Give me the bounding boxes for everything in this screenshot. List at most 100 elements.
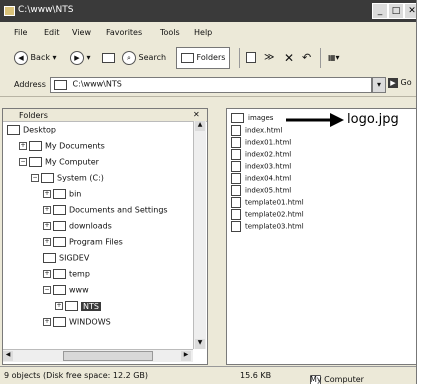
tree-node[interactable]: + WINDOWS xyxy=(43,317,111,327)
list-item[interactable]: index.html xyxy=(231,125,282,136)
tree-node[interactable]: + NTS xyxy=(55,301,101,311)
folder-icon xyxy=(53,269,66,279)
expand-icon[interactable]: + xyxy=(43,206,51,214)
scroll-down-icon[interactable]: ▼ xyxy=(195,339,205,349)
scroll-right-icon[interactable]: ▶ xyxy=(181,351,191,361)
folder-icon xyxy=(65,301,78,311)
horizontal-scroll-thumb[interactable] xyxy=(63,351,153,361)
tree-node-label: bin xyxy=(69,189,82,199)
menu-edit[interactable]: Edit xyxy=(44,28,60,37)
go-button[interactable]: ▶ Go xyxy=(388,78,412,88)
html-file-icon xyxy=(231,137,241,148)
forward-button[interactable]: ▶ ▾ xyxy=(70,47,91,69)
search-button[interactable]: ⌕ Search xyxy=(122,47,166,69)
tree-node[interactable]: SIGDEV xyxy=(43,253,89,263)
status-size: 15.6 KB xyxy=(240,371,272,380)
folder-icon xyxy=(29,141,42,151)
folder-icon xyxy=(29,157,42,167)
html-file-icon xyxy=(231,185,241,196)
collapse-icon[interactable]: − xyxy=(31,174,39,182)
collapse-icon[interactable]: − xyxy=(43,286,51,294)
tree-node[interactable]: + bin xyxy=(43,189,81,199)
tree-node-label: downloads xyxy=(69,221,112,231)
delete-button[interactable]: ✕ xyxy=(284,47,294,69)
tree-node[interactable]: − www xyxy=(43,285,89,295)
file-name: index03.html xyxy=(245,162,292,171)
html-file-icon xyxy=(231,125,241,136)
scroll-left-icon[interactable]: ◀ xyxy=(3,351,13,361)
file-list-pane: images index.html index01.html index02.html… xyxy=(226,108,416,365)
tree-vertical-scrollbar[interactable]: ▲ ▼ xyxy=(193,121,206,349)
tree-node[interactable]: + downloads xyxy=(43,221,112,231)
back-arrow-icon: ◀ xyxy=(14,50,28,65)
copy-to-button[interactable]: ≫ xyxy=(264,47,274,69)
tree-node[interactable]: + My Documents xyxy=(19,141,105,151)
list-item[interactable]: index04.html xyxy=(231,173,291,184)
menu-file[interactable]: File xyxy=(14,28,27,37)
list-item[interactable]: index05.html xyxy=(231,185,291,196)
go-label: Go xyxy=(400,78,412,87)
file-name: index04.html xyxy=(245,174,292,183)
folder-icon xyxy=(7,125,20,135)
expand-icon[interactable]: + xyxy=(43,270,51,278)
expand-icon[interactable]: + xyxy=(43,190,51,198)
list-item[interactable]: template03.html xyxy=(231,221,304,232)
expand-icon[interactable]: + xyxy=(43,318,51,326)
delete-icon: ✕ xyxy=(284,51,295,65)
status-location-label: My Computer xyxy=(310,375,364,384)
menu-favorites[interactable]: Favorites xyxy=(106,28,142,37)
undo-button[interactable]: ↶ xyxy=(302,47,311,69)
menu-bar: File Edit View Favorites Tools Help xyxy=(0,22,416,43)
back-button[interactable]: ◀ Back ▾ xyxy=(14,47,57,69)
tree-node[interactable]: + temp xyxy=(43,269,90,279)
file-name: index05.html xyxy=(245,186,292,195)
file-name: template01.html xyxy=(245,198,304,207)
list-item[interactable]: template02.html xyxy=(231,209,304,220)
tree-horizontal-scrollbar[interactable]: ◀ ▶ xyxy=(3,349,193,362)
folder-icon xyxy=(53,205,66,215)
folders-button[interactable]: Folders xyxy=(176,47,231,69)
explorer-window: C:\www\NTS _ □ ✕ File Edit View Favorite… xyxy=(0,0,417,384)
menu-tools[interactable]: Tools xyxy=(160,28,180,37)
expand-icon[interactable]: + xyxy=(55,302,63,310)
minimize-button[interactable]: _ xyxy=(372,3,388,19)
tree-node[interactable]: − System (C:) xyxy=(31,173,104,183)
list-item[interactable]: index02.html xyxy=(231,149,291,160)
close-pane-icon[interactable]: ✕ xyxy=(193,110,200,119)
up-folder-icon xyxy=(102,52,115,63)
copy-to-icon: ≫ xyxy=(264,52,275,63)
window-title: C:\www\NTS xyxy=(18,5,74,15)
address-field[interactable]: C:\www\NTS xyxy=(50,77,372,93)
close-button[interactable]: ✕ xyxy=(404,3,416,19)
menu-help[interactable]: Help xyxy=(194,28,212,37)
tree-node[interactable]: + Program Files xyxy=(43,237,123,247)
expand-icon[interactable]: + xyxy=(43,238,51,246)
move-to-button[interactable] xyxy=(246,47,256,69)
up-folder-button[interactable] xyxy=(102,47,115,69)
address-bar: Address C:\www\NTS ▾ ▶ Go xyxy=(0,74,416,97)
address-dropdown-button[interactable]: ▾ xyxy=(372,77,386,93)
maximize-button[interactable]: □ xyxy=(388,3,404,19)
title-bar: C:\www\NTS _ □ ✕ xyxy=(0,0,416,22)
list-item[interactable]: images xyxy=(231,113,273,123)
address-value: C:\www\NTS xyxy=(72,79,122,89)
tree-node-label: temp xyxy=(69,269,90,279)
folder-icon xyxy=(41,173,54,183)
expand-icon[interactable]: + xyxy=(19,142,27,150)
collapse-icon[interactable]: − xyxy=(19,158,27,166)
folder-icon xyxy=(53,237,66,247)
folders-pane-title: Folders xyxy=(19,111,48,120)
expand-icon[interactable]: + xyxy=(43,222,51,230)
views-button[interactable]: ▦▾ xyxy=(328,47,340,69)
tree-node[interactable]: − My Computer xyxy=(19,157,99,167)
list-item[interactable]: template01.html xyxy=(231,197,304,208)
tree-node-label: WINDOWS xyxy=(69,317,111,327)
list-item[interactable]: index01.html xyxy=(231,137,291,148)
list-item[interactable]: index03.html xyxy=(231,161,291,172)
folders-pane-header: Folders ✕ xyxy=(3,109,207,122)
scroll-up-icon[interactable]: ▲ xyxy=(195,121,205,131)
menu-view[interactable]: View xyxy=(72,28,91,37)
tree-node[interactable]: + Documents and Settings xyxy=(43,205,168,215)
html-file-icon xyxy=(231,221,241,232)
tree-node[interactable]: Desktop xyxy=(7,125,56,135)
